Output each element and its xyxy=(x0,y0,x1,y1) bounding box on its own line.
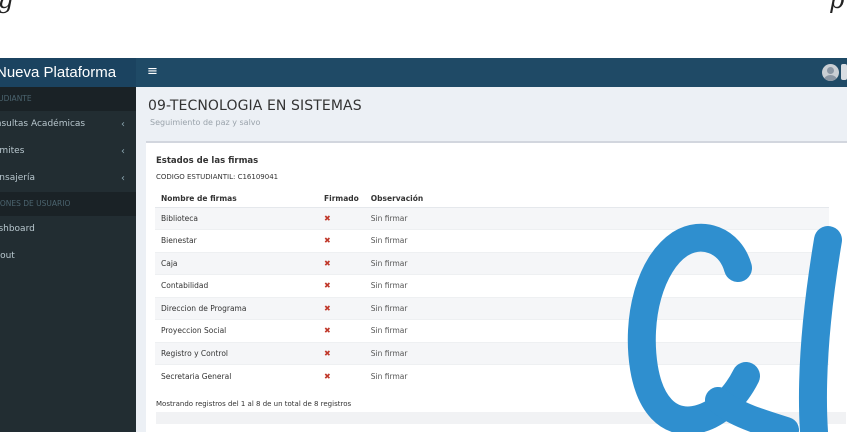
user-menu-stub[interactable] xyxy=(841,64,847,80)
user-avatar-icon[interactable] xyxy=(822,64,839,81)
observation: Sin firmar xyxy=(364,274,829,297)
table-header-row: Nombre de firmas Firmado Observación xyxy=(155,190,829,208)
not-signed-icon: ✖ xyxy=(318,274,365,297)
top-navbar: Nueva Plataforma ≡ xyxy=(0,58,847,87)
sidebar: ESTUDIANTE Consultas Académicas ‹ Trámit… xyxy=(0,87,136,432)
page-title: 09-TECNOLOGIA EN SISTEMAS xyxy=(148,98,362,114)
signature-name: Biblioteca xyxy=(155,206,318,230)
observation: Sin firmar xyxy=(364,206,829,230)
signatures-table: Nombre de firmas Firmado Observación Bib… xyxy=(155,190,829,387)
sidebar-item-label: Dashboard xyxy=(0,224,35,234)
column-header-name[interactable]: Nombre de firmas xyxy=(155,190,318,208)
sidebar-item-dashboard[interactable]: Dashboard xyxy=(0,216,136,243)
student-code: CODIGO ESTUDIANTIL: C16109041 xyxy=(156,173,279,181)
chevron-left-icon: ‹ xyxy=(121,146,125,157)
menu-toggle-icon[interactable]: ≡ xyxy=(147,58,158,87)
signature-name: Direccion de Programa xyxy=(155,296,318,320)
table-pagination-bar[interactable] xyxy=(156,412,846,424)
signature-name: Secretaria General xyxy=(155,364,318,387)
sidebar-item-logout[interactable]: Logout xyxy=(0,243,136,270)
sidebar-item-label: Consultas Académicas xyxy=(0,119,86,129)
observation: Sin firmar xyxy=(364,364,829,387)
signature-name: Bienestar xyxy=(155,229,318,252)
page-subtitle: Seguimiento de paz y salvo xyxy=(150,118,261,127)
not-signed-icon: ✖ xyxy=(318,319,365,342)
sidebar-item-consultas[interactable]: Consultas Académicas ‹ xyxy=(0,111,136,138)
signature-name: Proyeccion Social xyxy=(155,319,318,342)
not-signed-icon: ✖ xyxy=(318,206,365,230)
signature-name: Caja xyxy=(155,251,318,275)
signature-name: Registro y Control xyxy=(155,341,318,365)
not-signed-icon: ✖ xyxy=(318,364,365,387)
chevron-left-icon: ‹ xyxy=(121,119,125,130)
signature-name: Contabilidad xyxy=(155,274,318,297)
not-signed-icon: ✖ xyxy=(318,341,365,365)
observation: Sin firmar xyxy=(364,229,829,252)
sidebar-section-header: OPCIONES DE USUARIO xyxy=(0,192,136,216)
column-header-signed[interactable]: Firmado xyxy=(318,190,365,208)
sidebar-section-header: ESTUDIANTE xyxy=(0,87,136,111)
signatures-box: Estados de las firmas CODIGO ESTUDIANTIL… xyxy=(146,141,847,432)
table-row: Caja ✖ Sin firmar xyxy=(155,251,829,275)
sidebar-item-tramites[interactable]: Trámites ‹ xyxy=(0,138,136,165)
table-footer-info: Mostrando registros del 1 al 8 de un tot… xyxy=(156,400,352,408)
table-row: Biblioteca ✖ Sin firmar xyxy=(155,206,829,230)
table-row: Proyeccion Social ✖ Sin firmar xyxy=(155,319,829,342)
chevron-left-icon: ‹ xyxy=(121,173,125,184)
sidebar-item-label: Logout xyxy=(0,251,15,261)
brand-logo[interactable]: Nueva Plataforma xyxy=(0,58,136,87)
observation: Sin firmar xyxy=(364,319,829,342)
sidebar-item-label: Trámites xyxy=(0,146,25,156)
box-title: Estados de las firmas xyxy=(156,156,259,166)
table-row: Registro y Control ✖ Sin firmar xyxy=(155,341,829,365)
caption-left-text: g xyxy=(0,0,13,14)
caption-right-text: p xyxy=(829,0,845,14)
caption-strip: g p xyxy=(0,0,847,58)
table-row: Secretaria General ✖ Sin firmar xyxy=(155,364,829,387)
observation: Sin firmar xyxy=(364,341,829,365)
not-signed-icon: ✖ xyxy=(318,251,365,275)
brand-text: Nueva Plataforma xyxy=(0,64,117,81)
observation: Sin firmar xyxy=(364,296,829,320)
column-header-observation[interactable]: Observación xyxy=(364,190,829,208)
table-row: Bienestar ✖ Sin firmar xyxy=(155,229,829,252)
not-signed-icon: ✖ xyxy=(318,229,365,252)
main-content: 09-TECNOLOGIA EN SISTEMAS Seguimiento de… xyxy=(136,87,847,432)
sidebar-item-label: Mensajería xyxy=(0,173,35,183)
table-row: Direccion de Programa ✖ Sin firmar xyxy=(155,296,829,320)
observation: Sin firmar xyxy=(364,251,829,275)
not-signed-icon: ✖ xyxy=(318,296,365,320)
table-row: Contabilidad ✖ Sin firmar xyxy=(155,274,829,297)
sidebar-item-mensajeria[interactable]: Mensajería ‹ xyxy=(0,165,136,192)
